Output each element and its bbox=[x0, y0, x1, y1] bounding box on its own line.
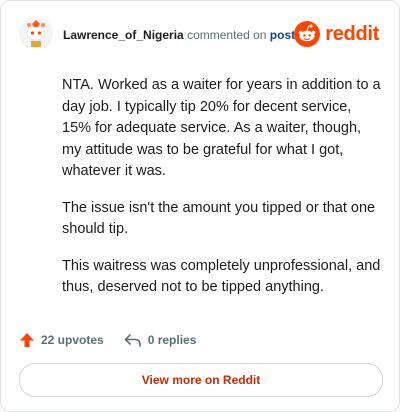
upvote-count: 22 upvotes bbox=[41, 333, 104, 347]
upvote-arrow-icon bbox=[20, 333, 34, 347]
username-link[interactable]: Lawrence_of_Nigeria bbox=[63, 28, 184, 42]
reply-arrow-icon bbox=[124, 334, 141, 347]
commented-on-text: commented on bbox=[187, 28, 267, 42]
upvote-button[interactable]: 22 upvotes bbox=[19, 332, 104, 348]
reply-count: 0 replies bbox=[147, 333, 197, 347]
user-avatar[interactable] bbox=[19, 17, 53, 51]
comment-header: Lawrence_of_Nigeria commented on post re… bbox=[19, 17, 381, 53]
comment-embed-card: Lawrence_of_Nigeria commented on post re… bbox=[0, 0, 400, 412]
comment-paragraph: This waitress was completely unprofessio… bbox=[62, 257, 381, 296]
comment-body: NTA. Worked as a waiter for years in add… bbox=[62, 75, 382, 314]
snoo-avatar-icon bbox=[19, 17, 53, 51]
comment-actions: 22 upvotes 0 replies bbox=[19, 329, 216, 351]
comment-paragraph: The issue isn't the amount you tipped or… bbox=[62, 199, 376, 238]
post-link[interactable]: post bbox=[270, 28, 295, 42]
view-more-button[interactable]: View more on Reddit bbox=[19, 363, 383, 397]
reddit-wordmark: reddit bbox=[325, 22, 379, 45]
comment-meta: Lawrence_of_Nigeria commented on post bbox=[63, 28, 295, 42]
comment-paragraph: NTA. Worked as a waiter for years in add… bbox=[62, 77, 381, 179]
reddit-logo[interactable]: reddit bbox=[294, 20, 379, 48]
reddit-snoo-icon bbox=[294, 21, 321, 47]
replies-button[interactable]: 0 replies bbox=[124, 332, 197, 348]
